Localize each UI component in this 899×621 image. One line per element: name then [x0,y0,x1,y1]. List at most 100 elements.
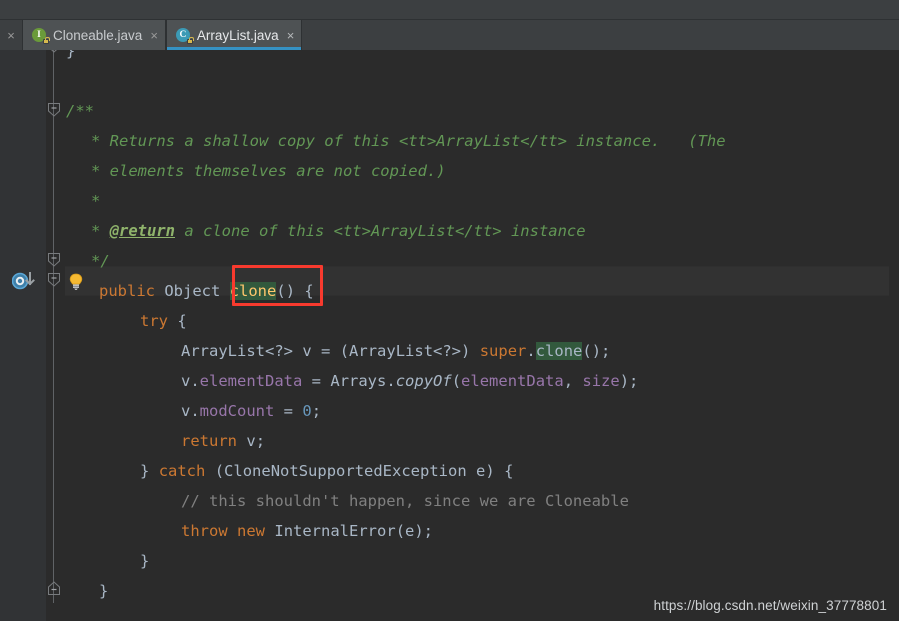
code-token-javadoc-text: * Returns a shallow copy of this <tt>Arr… [91,132,726,150]
code-token-javadoc-star: * [91,192,101,210]
code-token-brace: } [140,462,150,480]
code-token-keyword-throw: throw [181,522,228,540]
code-token-number-zero: 0 [302,402,312,420]
code-token-parens: () [276,282,296,300]
code-token-paren-close: ); [619,372,639,390]
code-line: } [0,546,899,576]
padlock-icon [43,36,50,44]
editor-tab-bar: × I Cloneable.java × C ArrayList.java × [0,20,899,50]
code-line: * elements themselves are not copied.) [0,156,899,186]
code-token-type-internalerror: InternalError [274,522,396,540]
tab-label: Cloneable.java [53,27,143,43]
code-token-call-clone[interactable]: clone [535,342,583,360]
code-token-keyword-catch: catch [158,462,206,480]
code-token-var-v-dot: v. [181,402,200,420]
code-token-semicolon: ; [255,432,266,450]
java-interface-icon: I [32,27,50,44]
code-token-brace: } [140,552,150,570]
code-token-line-comment: // this shouldn't happen, since we are C… [181,492,629,510]
code-line: throw new InternalError(e); [0,516,899,546]
code-token-keyword-new: new [237,522,266,540]
code-line: * @return a clone of this <tt>ArrayList<… [0,216,899,246]
tab-close-icon[interactable]: × [150,29,158,42]
code-token-keyword-try: try [140,312,168,330]
code-editor[interactable]: } /** * Returns a shallow copy of this <… [0,50,899,621]
code-line: v.modCount = 0; [0,396,899,426]
code-line: */ [0,246,899,276]
editor-vertical-scrollbar[interactable] [889,50,899,621]
code-line: v.elementData = Arrays.copyOf(elementDat… [0,366,899,396]
code-token-equals: = [321,342,331,360]
code-token-type-arrays: Arrays [330,372,387,390]
watermark-url: https://blog.csdn.net/weixin_37778801 [653,598,887,613]
code-token-keyword-super: super [479,342,527,360]
java-class-icon: C [175,27,194,44]
tab-cloneable-java[interactable]: I Cloneable.java × [22,20,166,50]
code-token-field-modcount: modCount [199,402,275,420]
padlock-icon [186,36,194,44]
tab-arraylist-java[interactable]: C ArrayList.java × [165,20,303,50]
toolbar-strip [0,0,899,20]
code-token-exception-var: e [476,462,486,480]
code-token-dot: . [526,342,536,360]
code-token-javadoc-close: */ [91,252,110,270]
code-token-brace: { [504,462,514,480]
code-token-call-parens: (); [582,342,611,360]
code-token-comma: , [563,372,583,390]
intellij-editor-window: × I Cloneable.java × C ArrayList.java × [0,0,899,621]
code-line: * Returns a shallow copy of this <tt>Arr… [0,126,899,156]
code-token-arg-elementdata: elementData [461,372,564,390]
code-token-paren-open: ( [214,462,225,480]
code-token-keyword-return: return [181,432,237,450]
code-token-javadoc-open: /** [66,102,94,120]
code-token-javadoc-star: * [91,222,110,240]
code-line: } catch (CloneNotSupportedException e) { [0,456,899,486]
code-token-equals: = [311,372,322,390]
code-token-type-object: Object [164,282,221,300]
code-line: * [0,186,899,216]
code-token-cast-arraylist: (ArrayList<?>) [339,342,471,360]
code-token-static-copyof: copyOf [395,372,452,390]
code-token-javadoc-text: * elements themselves are not copied.) [91,162,446,180]
code-token-brace: } [66,50,76,60]
code-line: try { [0,306,899,336]
code-token-field-elementdata: elementData [199,372,303,390]
code-token-var-v: v [246,432,256,450]
code-token-call-args: (e); [395,522,434,540]
code-token-type-exception: CloneNotSupportedException [224,462,467,480]
code-token-keyword-public: public [99,282,155,300]
code-token-semicolon: ; [311,402,322,420]
code-line: // this shouldn't happen, since we are C… [0,486,899,516]
code-line: ArrayList<?> v = (ArrayList<?>) super.cl… [0,336,899,366]
code-token-paren-close: ) [485,462,495,480]
code-token-brace: { [177,312,187,330]
code-token-equals: = [283,402,294,420]
code-line-method-signature: public Object clone() { [0,276,899,306]
code-line: /** [0,96,899,126]
code-content[interactable]: } /** * Returns a shallow copy of this <… [0,50,899,621]
code-token-var-v-dot: v. [181,372,200,390]
tab-bar-close-icon[interactable]: × [0,20,22,50]
code-token-brace: { [304,282,314,300]
code-token-method-name-clone[interactable]: clone [229,282,277,300]
code-token-dot: . [386,372,396,390]
tab-close-icon[interactable]: × [287,29,295,42]
code-token-arg-size: size [582,372,620,390]
